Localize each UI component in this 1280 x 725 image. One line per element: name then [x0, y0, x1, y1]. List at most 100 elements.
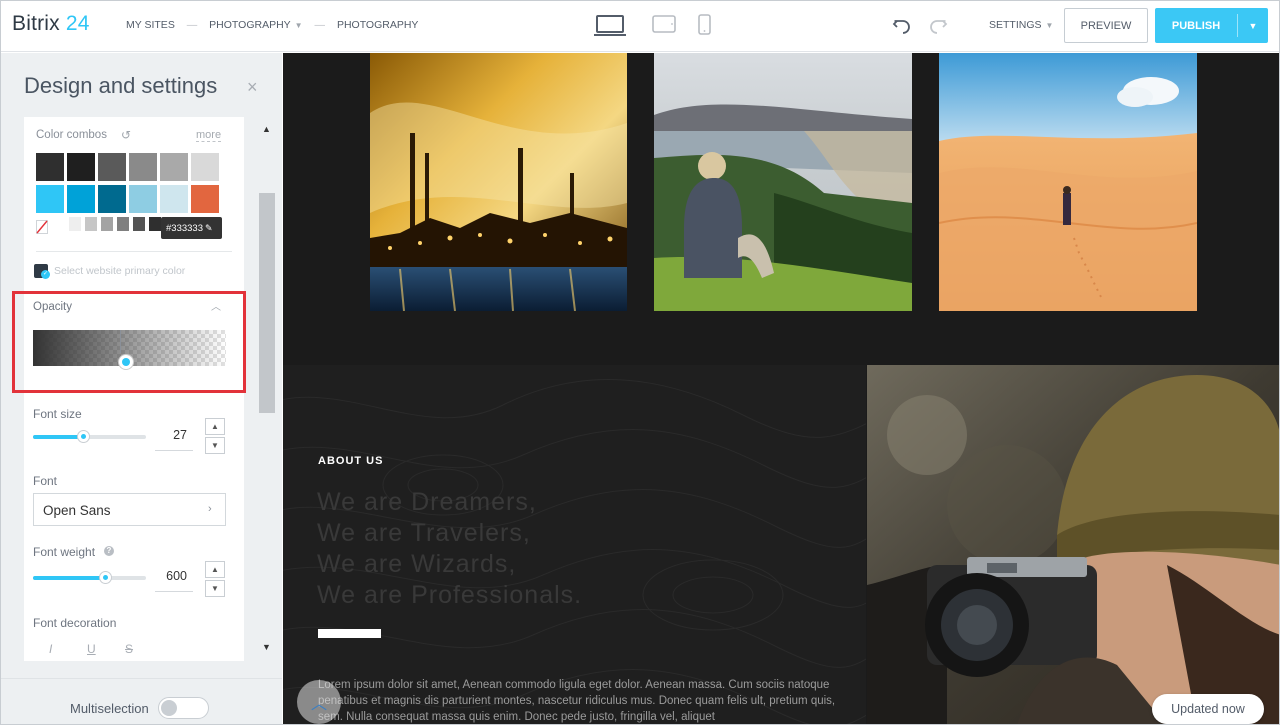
- about-headline: We are Dreamers, We are Travelers, We ar…: [317, 487, 582, 611]
- headline-line: We are Wizards,: [317, 550, 517, 578]
- breadcrumb-separator: —: [314, 19, 326, 32]
- color-swatch[interactable]: [133, 217, 145, 231]
- desert-photo[interactable]: [939, 53, 1197, 311]
- close-icon[interactable]: ×: [247, 77, 258, 98]
- color-swatch[interactable]: [191, 153, 219, 181]
- color-swatch[interactable]: [67, 185, 95, 213]
- highlight-frame: [12, 291, 246, 393]
- font-weight-slider-fill: [33, 576, 106, 580]
- strikethrough-icon[interactable]: S: [125, 642, 133, 656]
- color-swatch[interactable]: [36, 185, 64, 213]
- desktop-icon[interactable]: [593, 13, 627, 39]
- about-section[interactable]: ABOUT US We are Dreamers, We are Travele…: [283, 365, 866, 724]
- breadcrumb-page[interactable]: PHOTOGRAPHY: [337, 19, 419, 31]
- font-size-input[interactable]: 27: [155, 419, 193, 451]
- tablet-icon[interactable]: [651, 13, 677, 39]
- color-swatch[interactable]: [191, 185, 219, 213]
- font-weight-slider-handle[interactable]: [99, 571, 113, 584]
- font-weight-slider[interactable]: [33, 571, 146, 584]
- breadcrumb-site-label: PHOTOGRAPHY: [209, 19, 291, 32]
- redo-icon[interactable]: [927, 14, 949, 36]
- primary-color-label: Select website primary color: [54, 265, 186, 277]
- more-link[interactable]: more: [196, 129, 222, 142]
- color-swatch[interactable]: [67, 153, 95, 181]
- font-decoration-label: Font decoration: [33, 616, 117, 630]
- selected-color-chip[interactable]: #333333 ✎: [161, 217, 222, 239]
- logo[interactable]: Bitrix 24: [12, 12, 90, 36]
- publish-button[interactable]: PUBLISH: [1155, 8, 1237, 43]
- selected-color-value: #333333: [166, 222, 203, 234]
- divider: [1, 678, 282, 679]
- font-weight-stepper: ▲ ▼: [205, 561, 225, 597]
- pencil-icon: ✎: [204, 222, 213, 233]
- decrement-button[interactable]: ▼: [205, 580, 225, 597]
- font-size-stepper: ▲ ▼: [205, 418, 225, 454]
- font-select-value: Open Sans: [43, 503, 111, 518]
- about-title: ABOUT US: [318, 455, 384, 467]
- accent-bar: [318, 629, 381, 638]
- chevron-right-icon: ›: [208, 503, 212, 515]
- color-swatch[interactable]: [98, 153, 126, 181]
- reset-icon[interactable]: ↺: [121, 128, 131, 142]
- scroll-up-icon[interactable]: ▲: [262, 124, 271, 134]
- publish-button-group: PUBLISH ▼: [1155, 8, 1268, 43]
- font-size-slider-fill: [33, 435, 83, 439]
- font-size-label: Font size: [33, 407, 82, 421]
- preview-button[interactable]: PREVIEW: [1064, 8, 1148, 43]
- settings-menu[interactable]: SETTINGS ▼: [989, 19, 1053, 31]
- about-body-text: Lorem ipsum dolor sit amet, Aenean commo…: [318, 679, 836, 723]
- chevron-down-icon: ▼: [1045, 21, 1054, 30]
- breadcrumb: MY SITES — PHOTOGRAPHY ▼ — PHOTOGRAPHY: [126, 19, 418, 31]
- breadcrumb-separator: —: [186, 19, 198, 32]
- color-swatch[interactable]: [53, 217, 65, 231]
- color-swatch[interactable]: [36, 153, 64, 181]
- color-swatch[interactable]: [85, 217, 97, 231]
- color-swatch[interactable]: [101, 217, 113, 231]
- multiselection-label: Multiselection: [70, 701, 149, 716]
- coast-photo[interactable]: [654, 53, 912, 311]
- decrement-button[interactable]: ▼: [205, 437, 225, 454]
- primary-color-checkbox[interactable]: ✓: [34, 264, 50, 279]
- color-swatch[interactable]: [129, 153, 157, 181]
- help-icon[interactable]: ?: [104, 546, 114, 556]
- font-weight-input[interactable]: 600: [155, 560, 193, 592]
- font-size-slider-handle[interactable]: [76, 430, 90, 443]
- color-swatch[interactable]: [160, 153, 188, 181]
- headline-line: We are Dreamers,: [317, 488, 537, 516]
- font-select[interactable]: Open Sans ›: [33, 493, 226, 526]
- multiselection-toggle[interactable]: [158, 697, 209, 719]
- logo-name: Bitrix: [12, 12, 60, 35]
- scrollbar-thumb[interactable]: [259, 193, 275, 413]
- color-swatch[interactable]: [117, 217, 129, 231]
- panel-title: Design and settings: [24, 73, 218, 98]
- breadcrumb-site[interactable]: PHOTOGRAPHY ▼: [209, 19, 302, 31]
- factory-photo[interactable]: [370, 53, 627, 311]
- mobile-icon[interactable]: [697, 13, 713, 39]
- scroll-to-top-button[interactable]: ︿: [297, 680, 341, 724]
- increment-button[interactable]: ▲: [205, 418, 225, 435]
- no-color-icon[interactable]: [36, 220, 48, 234]
- font-size-slider[interactable]: [33, 430, 146, 443]
- chevron-down-icon: ▼: [294, 20, 303, 30]
- increment-button[interactable]: ▲: [205, 561, 225, 578]
- color-swatch[interactable]: [69, 217, 81, 231]
- headline-line: We are Travelers,: [317, 519, 531, 547]
- underline-icon[interactable]: U: [87, 642, 96, 656]
- publish-dropdown-icon[interactable]: ▼: [1238, 8, 1268, 43]
- color-combos-label: Color combos: [36, 129, 107, 141]
- divider: [36, 251, 232, 252]
- undo-icon[interactable]: [891, 14, 913, 36]
- font-weight-label: Font weight: [33, 545, 96, 559]
- breadcrumb-my-sites[interactable]: MY SITES: [126, 19, 175, 31]
- color-swatch[interactable]: [98, 185, 126, 213]
- panel-scrollbar[interactable]: ▲ ▼: [258, 117, 276, 661]
- color-swatch[interactable]: [160, 185, 188, 213]
- scroll-down-icon[interactable]: ▼: [262, 642, 271, 652]
- settings-label: SETTINGS: [989, 19, 1042, 31]
- logo-number: 24: [65, 12, 90, 35]
- color-swatch[interactable]: [149, 217, 161, 231]
- color-swatch[interactable]: [129, 185, 157, 213]
- photographer-photo[interactable]: [867, 365, 1280, 725]
- chevron-up-icon: ︿: [310, 696, 327, 713]
- italic-icon[interactable]: I: [49, 642, 52, 656]
